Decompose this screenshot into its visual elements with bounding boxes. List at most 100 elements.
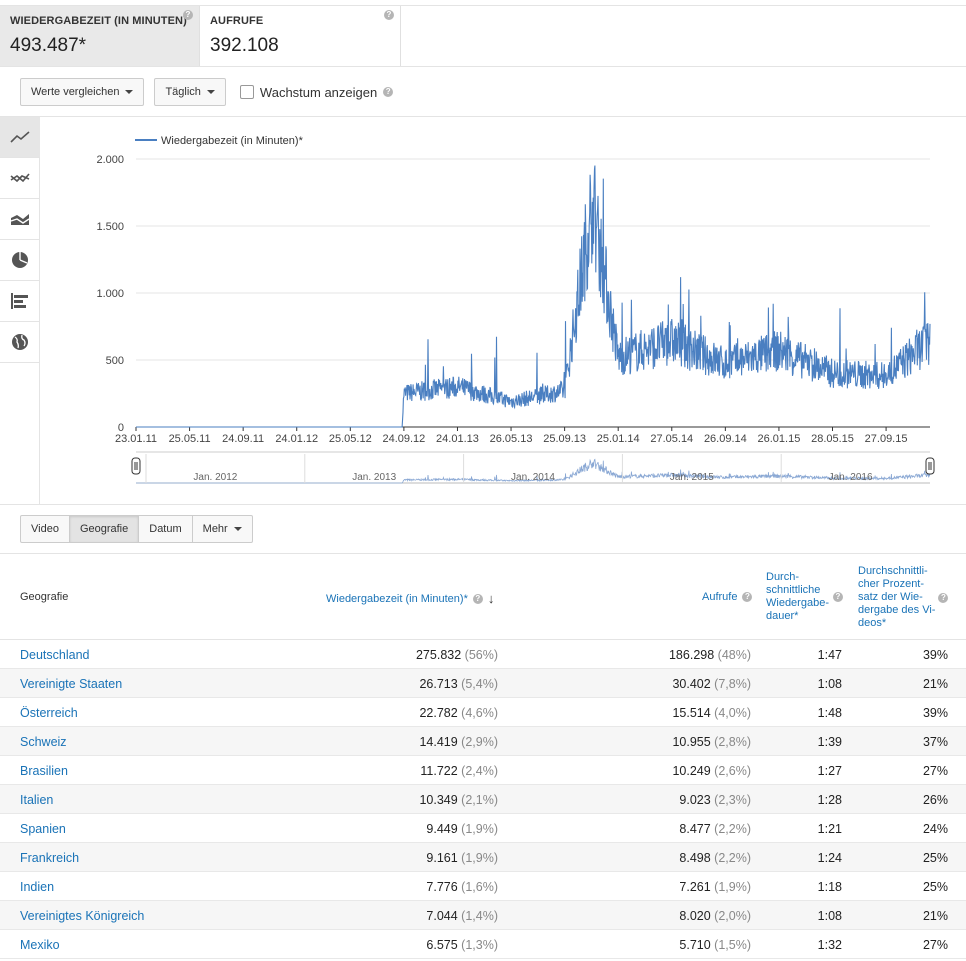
- column-header-avg-percentage[interactable]: Durchschnittli- cher Prozent- satz der W…: [858, 565, 949, 630]
- chart-grid: [136, 158, 930, 428]
- views-cell: 10.249 (2,6%): [672, 764, 751, 778]
- help-icon[interactable]: ?: [384, 10, 394, 20]
- column-header-label-line: dergabe des Vi-: [858, 604, 936, 616]
- help-icon[interactable]: ?: [183, 10, 193, 20]
- tab-mehr-label: Mehr: [202, 523, 228, 535]
- navigator-handle-left[interactable]: [131, 457, 141, 475]
- avg-duration-cell: 1:28: [817, 793, 842, 807]
- views-share: (2,8%): [714, 735, 751, 749]
- x-tick-label: 23.01.11: [115, 433, 157, 445]
- globe-map-icon: [12, 334, 28, 350]
- watch-time-cell: 7.776 (1,6%): [426, 880, 498, 894]
- show-growth-toggle[interactable]: Wachstum anzeigen ?: [239, 85, 394, 100]
- y-tick-label: 2.000: [96, 154, 124, 166]
- growth-checkbox[interactable]: [239, 85, 254, 99]
- pie-chart-button[interactable]: [0, 240, 40, 281]
- help-icon[interactable]: ?: [938, 592, 949, 603]
- country-link[interactable]: Brasilien: [20, 764, 68, 778]
- avg-percentage-cell: 39%: [922, 648, 948, 662]
- watch-time-cell: 22.782 (4,6%): [419, 706, 498, 720]
- views-value: 9.023: [679, 793, 711, 807]
- watch-time-value: 9.161: [426, 851, 458, 865]
- watch-time-value: 10.349: [419, 793, 458, 807]
- views-cell: 9.023 (2,3%): [679, 793, 751, 807]
- country-link[interactable]: Frankreich: [20, 851, 79, 865]
- caret-down-icon: [206, 90, 215, 94]
- help-icon[interactable]: ?: [383, 87, 394, 97]
- country-link[interactable]: Deutschland: [20, 648, 90, 662]
- line-chart-button[interactable]: [0, 117, 40, 158]
- country-link[interactable]: Österreich: [20, 706, 78, 720]
- column-header-watch-time[interactable]: Wiedergabezeit (in Minuten)* ? ↓: [326, 591, 494, 606]
- column-header-label-line: deos*: [858, 617, 887, 629]
- map-chart-button[interactable]: [0, 322, 40, 363]
- time-range-navigator[interactable]: Jan. 2012 Jan. 2013 Jan. 2014 Jan. 2015 Jan.…: [131, 451, 935, 484]
- y-tick-label: 1.000: [96, 288, 124, 300]
- sort-descending-icon[interactable]: ↓: [488, 591, 495, 606]
- navigator-label: Jan. 2015: [670, 472, 714, 483]
- views-share: (2,2%): [714, 822, 751, 836]
- views-share: (4,0%): [714, 706, 751, 720]
- help-icon[interactable]: ?: [472, 593, 483, 604]
- country-link[interactable]: Italien: [20, 793, 53, 807]
- views-cell: 10.955 (2,8%): [672, 735, 751, 749]
- metric-card-views[interactable]: AUFRUFE 392.108 ?: [200, 6, 401, 66]
- multi-line-chart-button[interactable]: [0, 158, 40, 199]
- tab-geografie[interactable]: Geografie: [69, 515, 140, 543]
- country-link[interactable]: Indien: [20, 880, 54, 894]
- country-link[interactable]: Vereinigtes Königreich: [20, 909, 144, 923]
- tab-video[interactable]: Video: [20, 515, 70, 543]
- metric-value: 493.487*: [10, 35, 87, 56]
- watch-time-cell: 9.161 (1,9%): [426, 851, 498, 865]
- views-share: (7,8%): [714, 677, 751, 691]
- watch-time-value: 6.575: [426, 938, 458, 952]
- country-link[interactable]: Schweiz: [20, 735, 67, 749]
- interval-label: Täglich: [165, 86, 201, 98]
- views-cell: 186.298 (48%): [669, 648, 751, 662]
- interval-dropdown[interactable]: Täglich: [154, 78, 226, 106]
- column-header-avg-duration[interactable]: Durch- schnittliche Wiedergabe- dauer* ?: [766, 571, 843, 623]
- x-tick-label: 24.01.12: [275, 433, 318, 445]
- column-header-views[interactable]: Aufrufe ?: [702, 591, 753, 603]
- watch-time-value: 11.722: [420, 764, 458, 778]
- column-header-label: Aufrufe: [702, 591, 738, 603]
- table-row: Schweiz 14.419 (2,9%) 10.955 (2,8%) 1:39…: [0, 727, 966, 756]
- watch-time-share: (2,9%): [461, 735, 498, 749]
- watch-time-cell: 6.575 (1,3%): [426, 938, 498, 952]
- tab-datum[interactable]: Datum: [139, 515, 193, 543]
- watch-time-share: (1,9%): [461, 851, 498, 865]
- views-value: 10.249: [672, 764, 711, 778]
- avg-duration-cell: 1:24: [817, 851, 842, 865]
- metric-value: 392.108: [210, 35, 279, 56]
- watch-time-value: 7.044: [426, 909, 458, 923]
- table-row: Indien 7.776 (1,6%) 7.261 (1,9%) 1:18 25…: [0, 872, 966, 901]
- chart-type-sidebar: [0, 117, 40, 504]
- multi-line-chart-icon: [10, 173, 30, 183]
- bar-chart-button[interactable]: [0, 281, 40, 322]
- avg-percentage-cell: 27%: [922, 938, 948, 952]
- watch-time-share: (1,9%): [461, 822, 498, 836]
- views-share: (2,2%): [714, 851, 751, 865]
- pie-chart-icon: [12, 252, 28, 268]
- watch-time-cell: 11.722 (2,4%): [420, 764, 498, 778]
- help-icon[interactable]: ?: [832, 592, 843, 602]
- avg-percentage-cell: 37%: [922, 735, 948, 749]
- column-header-label-line: Durchschnittli-: [858, 565, 928, 577]
- compare-metrics-dropdown[interactable]: Werte vergleichen: [20, 78, 145, 106]
- x-tick-label: 26.05.13: [490, 433, 533, 445]
- avg-percentage-cell: 25%: [922, 880, 948, 894]
- watch-time-cell: 10.349 (2,1%): [419, 793, 498, 807]
- country-link[interactable]: Spanien: [20, 822, 66, 836]
- x-tick-label: 25.01.14: [597, 433, 640, 445]
- line-chart-icon: [10, 131, 30, 143]
- views-value: 30.402: [672, 677, 711, 691]
- tab-mehr[interactable]: Mehr: [192, 515, 253, 543]
- y-tick-label: 500: [106, 355, 124, 367]
- metric-card-watch-time[interactable]: WIEDERGABEZEIT (IN MINUTEN) 493.487* ?: [0, 6, 200, 66]
- help-icon[interactable]: ?: [742, 592, 753, 602]
- avg-percentage-cell: 26%: [922, 793, 948, 807]
- stacked-area-button[interactable]: [0, 199, 40, 240]
- navigator-handle-right[interactable]: [925, 457, 935, 475]
- country-link[interactable]: Vereinigte Staaten: [20, 677, 122, 691]
- country-link[interactable]: Mexiko: [20, 938, 60, 952]
